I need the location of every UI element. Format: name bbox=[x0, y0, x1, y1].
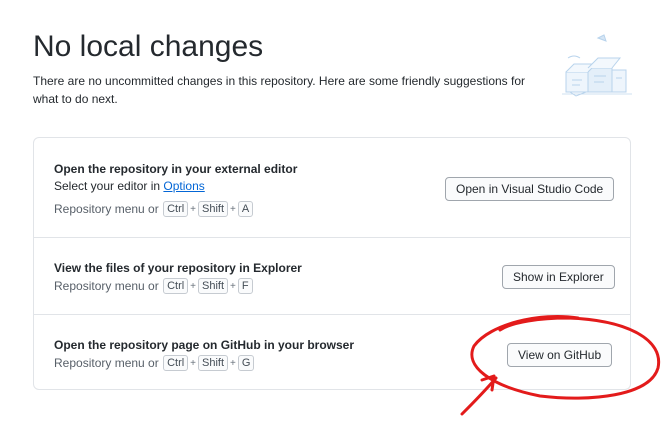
options-link[interactable]: Options bbox=[163, 179, 204, 193]
shortcut-prefix: Repository menu or bbox=[54, 279, 159, 293]
suggestion-open-editor: Open the repository in your external edi… bbox=[34, 138, 630, 238]
key-letter: G bbox=[237, 355, 255, 371]
keyboard-shortcut: Repository menu or Ctrl + Shift + A bbox=[54, 201, 254, 217]
keyboard-shortcut: Repository menu or Ctrl + Shift + F bbox=[54, 278, 254, 294]
key-separator: + bbox=[230, 357, 236, 369]
show-in-explorer-button[interactable]: Show in Explorer bbox=[502, 265, 615, 289]
key-separator: + bbox=[230, 280, 236, 292]
suggestions-card: Open the repository in your external edi… bbox=[33, 137, 631, 390]
suggestion-title: Open the repository page on GitHub in yo… bbox=[54, 338, 355, 352]
shortcut-prefix: Repository menu or bbox=[54, 202, 159, 216]
key-ctrl: Ctrl bbox=[163, 201, 189, 217]
open-in-editor-button[interactable]: Open in Visual Studio Code bbox=[445, 177, 615, 201]
keyboard-shortcut: Repository menu or Ctrl + Shift + G bbox=[54, 355, 255, 371]
key-separator: + bbox=[190, 203, 197, 215]
no-local-changes-page: No local changes There are no uncommitte… bbox=[0, 0, 665, 442]
suggestion-description: Select your editor in Options bbox=[54, 179, 205, 193]
key-separator: + bbox=[230, 203, 236, 215]
suggestion-view-on-github: Open the repository page on GitHub in yo… bbox=[34, 315, 630, 390]
description-text: Select your editor in bbox=[54, 179, 164, 193]
key-letter: A bbox=[237, 201, 254, 217]
view-on-github-button[interactable]: View on GitHub bbox=[507, 343, 613, 367]
shortcut-prefix: Repository menu or bbox=[54, 356, 159, 370]
key-shift: Shift bbox=[198, 355, 229, 371]
page-subtitle: There are no uncommitted changes in this… bbox=[33, 74, 526, 106]
empty-boxes-illustration-icon bbox=[562, 34, 632, 97]
page-title: No local changes bbox=[33, 30, 264, 63]
key-ctrl: Ctrl bbox=[163, 355, 189, 371]
suggestion-title: View the files of your repository in Exp… bbox=[54, 261, 302, 275]
key-letter: F bbox=[237, 278, 253, 294]
suggestion-show-in-explorer: View the files of your repository in Exp… bbox=[34, 238, 630, 315]
key-ctrl: Ctrl bbox=[163, 278, 189, 294]
suggestion-title: Open the repository in your external edi… bbox=[54, 162, 298, 176]
key-shift: Shift bbox=[198, 201, 229, 217]
key-shift: Shift bbox=[198, 278, 229, 294]
key-separator: + bbox=[190, 280, 197, 292]
key-separator: + bbox=[190, 357, 197, 369]
